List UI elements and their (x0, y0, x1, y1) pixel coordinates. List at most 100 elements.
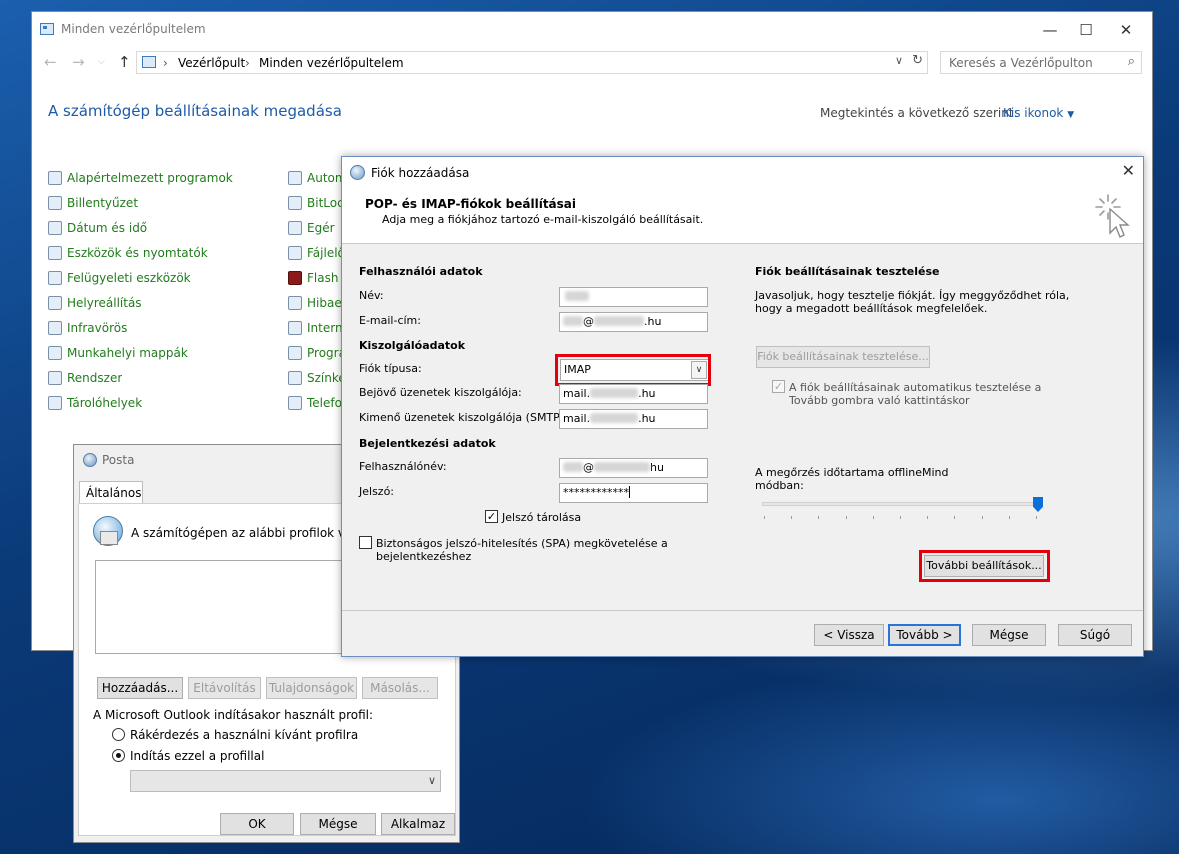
cp-item-label: Egér (307, 221, 335, 235)
cp-item-infrared[interactable]: Infravörös (48, 320, 127, 338)
redacted-text (594, 316, 644, 326)
tab-general[interactable]: Általános (79, 481, 143, 503)
printer-icon (48, 246, 62, 260)
apply-button[interactable]: Alkalmaz (381, 813, 455, 835)
add-profile-button[interactable]: Hozzáadás... (97, 677, 183, 699)
cp-item-programs[interactable]: Progra (288, 345, 342, 363)
outgoing-server-field[interactable]: mail. .hu (559, 409, 708, 429)
cp-item-system[interactable]: Rendszer (48, 370, 122, 388)
cp-item-label: Telefo (307, 396, 342, 410)
redacted-text (590, 413, 639, 423)
startup-profile-label: A Microsoft Outlook indításakor használt… (93, 708, 374, 722)
password-field[interactable]: ************ (559, 483, 708, 503)
title-bar[interactable]: Minden vezérlőpultelem — ☐ ✕ (32, 12, 1152, 48)
close-icon[interactable]: ✕ (1122, 161, 1135, 180)
cancel-button[interactable]: Mégse (300, 813, 376, 835)
cp-item-keyboard[interactable]: Billentyűzet (48, 195, 138, 213)
remove-profile-button[interactable]: Eltávolítás (188, 677, 261, 699)
cp-item-autoplay[interactable]: Autom (288, 170, 342, 188)
next-button[interactable]: Tovább > (888, 624, 961, 646)
cp-item-internet-options[interactable]: Interne (288, 320, 342, 338)
slider-tick (900, 516, 901, 519)
email-field[interactable]: @ .hu (559, 312, 708, 332)
spa-checkbox[interactable] (359, 536, 372, 549)
test-settings-button[interactable]: Fiók beállításainak tesztelése... (756, 346, 930, 368)
header-title: POP- és IMAP-fiókok beállításai (365, 197, 577, 211)
incoming-server-field[interactable]: mail. .hu (559, 384, 708, 404)
slider-tick (845, 516, 847, 519)
cp-item-mouse[interactable]: Egér (288, 220, 342, 238)
cp-item-phone-modem[interactable]: Telefo (288, 395, 342, 413)
view-by-dropdown[interactable]: Kis ikonok ▼ (1003, 106, 1074, 120)
remember-password-label: Jelszó tárolása (502, 511, 582, 524)
cp-item-devices-printers[interactable]: Eszközök és nyomtatók (48, 245, 208, 263)
cp-item-work-folders[interactable]: Munkahelyi mappák (48, 345, 188, 363)
cancel-button[interactable]: Mégse (972, 624, 1046, 646)
radio-always-use-profile[interactable] (112, 749, 125, 762)
up-arrow-icon[interactable]: ↑ (118, 53, 131, 71)
breadcrumb-item[interactable]: Vezérlőpult (178, 56, 245, 70)
slider-tick (791, 516, 793, 519)
outgoing-server-label: Kimenő üzenetek kiszolgálója (SMTP): (359, 411, 568, 424)
back-button[interactable]: < Vissza (814, 624, 884, 646)
cp-item-admin-tools[interactable]: Felügyeleti eszközök (48, 270, 191, 288)
profile-select[interactable]: ∨ (130, 770, 441, 792)
name-label: Név: (359, 289, 384, 302)
radio-prompt-profile[interactable] (112, 728, 125, 741)
search-icon[interactable]: ⌕ (1128, 54, 1135, 69)
offline-label-line: A megőrzés időtartama offline (755, 466, 923, 479)
auto-test-checkbox[interactable]: ✓ (772, 380, 785, 393)
cp-item-file-history[interactable]: Fájlelő (288, 245, 342, 263)
default-programs-icon (48, 171, 62, 185)
chevron-down-icon: ∨ (427, 774, 436, 787)
back-arrow-icon[interactable]: ← (44, 53, 57, 71)
cp-item-storage-spaces[interactable]: Tárolóhelyek (48, 395, 142, 413)
slider-tick (981, 516, 983, 519)
dialog-title: Posta (102, 453, 135, 467)
cp-item-label: Munkahelyi mappák (67, 346, 188, 360)
help-button[interactable]: Súgó (1058, 624, 1132, 646)
maximize-icon[interactable]: ☐ (1068, 18, 1104, 44)
remember-password-checkbox[interactable]: ✓ (485, 510, 498, 523)
cp-item-flash-player[interactable]: Flash P (288, 270, 342, 288)
cp-item-bitlocker[interactable]: BitLoc (288, 195, 342, 213)
username-field[interactable]: @ hu (559, 458, 708, 478)
breadcrumb-separator-icon: › (245, 56, 250, 70)
cp-item-troubleshooting[interactable]: Hibaelh (288, 295, 342, 313)
view-by-value: Kis ikonok (1003, 106, 1064, 120)
cp-item-date-time[interactable]: Dátum és idő (48, 220, 147, 238)
close-icon[interactable]: ✕ (1108, 18, 1144, 44)
cp-item-label: Fájlelő (307, 246, 342, 260)
redacted-text (565, 291, 589, 301)
cp-item-label: Hibaelh (307, 296, 342, 310)
cp-item-label: Autom (307, 171, 342, 185)
cp-item-color-management[interactable]: Színke (288, 370, 342, 388)
copy-profile-button[interactable]: Másolás... (362, 677, 438, 699)
username-label: Felhasználónév: (359, 460, 447, 473)
cp-item-label: Színke (307, 371, 342, 385)
cp-item-default-programs[interactable]: Alapértelmezett programok (48, 170, 233, 188)
password-label: Jelszó: (359, 485, 395, 498)
cp-item-label: Interne (307, 321, 342, 335)
ok-button[interactable]: OK (220, 813, 294, 835)
recent-chevron-icon[interactable]: ⌵ (98, 57, 105, 67)
redacted-text (590, 388, 639, 398)
cp-item-label: Helyreállítás (67, 296, 142, 310)
auto-test-label: A fiók beállításainak automatikus teszte… (789, 381, 1041, 407)
offline-duration-label: A megőrzés időtartama offline módban: (755, 466, 922, 492)
address-dropdown-icon[interactable]: ∨ (895, 54, 903, 67)
minimize-icon[interactable]: — (1032, 18, 1068, 44)
forward-arrow-icon[interactable]: → (72, 53, 85, 71)
search-input[interactable]: Keresés a Vezérlőpulton ⌕ (940, 51, 1142, 74)
breadcrumb-item[interactable]: Minden vezérlőpultelem (259, 56, 404, 70)
cp-item-recovery[interactable]: Helyreállítás (48, 295, 142, 313)
cp-item-label: Billentyűzet (67, 196, 139, 210)
spa-label: Biztonságos jelszó-hitelesítés (SPA) meg… (376, 537, 668, 563)
name-field[interactable] (559, 287, 708, 307)
refresh-icon[interactable]: ↻ (912, 53, 923, 68)
profile-properties-button[interactable]: Tulajdonságok (266, 677, 357, 699)
redacted-text (563, 316, 583, 326)
test-description-line: Javasoljuk, hogy tesztelje fiókját. Így … (755, 289, 1070, 302)
address-bar[interactable]: › Vezérlőpult › Minden vezérlőpultelem ∨… (136, 51, 928, 74)
offline-slider-track[interactable] (762, 502, 1038, 506)
